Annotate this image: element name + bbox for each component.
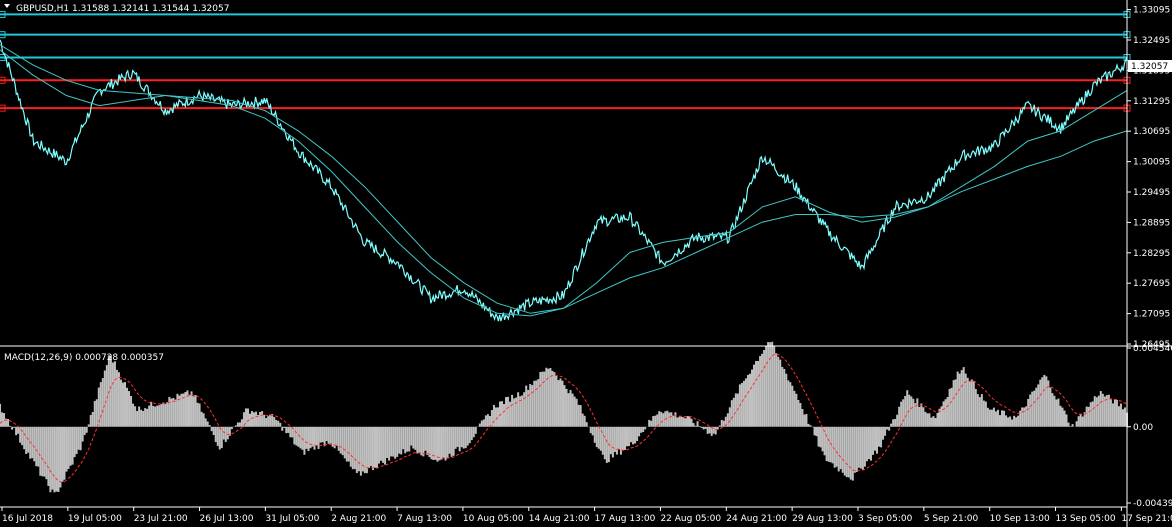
x-tick-label: 14 Aug 21:00 [529,514,590,524]
y-tick-label: 1.30695 [1133,127,1170,137]
x-tick-label: 29 Aug 13:00 [792,514,853,524]
y-tick-label: 1.27695 [1133,279,1170,289]
x-tick-label: 19 Jul 05:00 [68,514,122,524]
symbol-label: GBPUSD,H1 [16,4,69,14]
ohlc-label: 1.31588 1.32141 1.31544 1.32057 [72,4,229,14]
x-tick-label: 5 Sep 21:00 [924,514,979,524]
x-tick-label: 22 Aug 05:00 [660,514,721,524]
x-tick-label: 31 Jul 05:00 [265,514,319,524]
x-tick-label: 3 Sep 05:00 [858,514,913,524]
y-tick-label: 1.30095 [1133,158,1170,168]
x-tick-label: 10 Aug 05:00 [463,514,524,524]
y-tick-label: 1.32495 [1133,36,1170,46]
x-tick-label: 7 Aug 13:00 [397,514,452,524]
macd-y-tick-label: 0.00 [1133,423,1153,433]
macd-header-label: MACD(12,26,9) 0.000728 0.000357 [4,353,164,363]
x-tick-label: 24 Aug 21:00 [726,514,787,524]
macd-y-tick-label: -0.004399 [1133,499,1172,509]
y-tick-label: 1.28295 [1133,249,1170,259]
x-tick-label: 17 Aug 13:00 [595,514,656,524]
y-tick-label: 1.31295 [1133,97,1170,107]
chart-canvas: 1.330951.324951.318951.312951.306951.300… [0,0,1172,527]
x-tick-label: 2 Aug 21:00 [331,514,386,524]
x-tick-label: 23 Jul 21:00 [134,514,188,524]
x-tick-label: 26 Jul 13:00 [200,514,254,524]
y-tick-label: 1.27095 [1133,310,1170,320]
x-tick-label: 17 Sep 21:00 [1121,514,1172,524]
last-price-label: 1.32057 [1131,62,1168,72]
y-tick-label: 1.28895 [1133,218,1170,228]
y-tick-label: 1.29495 [1133,188,1170,198]
x-tick-label: 10 Sep 13:00 [990,514,1050,524]
x-tick-label: 16 Jul 2018 [2,514,53,524]
x-tick-label: 13 Sep 05:00 [1056,514,1116,524]
macd-y-tick-label: 0.004546 [1133,344,1172,354]
y-tick-label: 1.33095 [1133,6,1170,16]
